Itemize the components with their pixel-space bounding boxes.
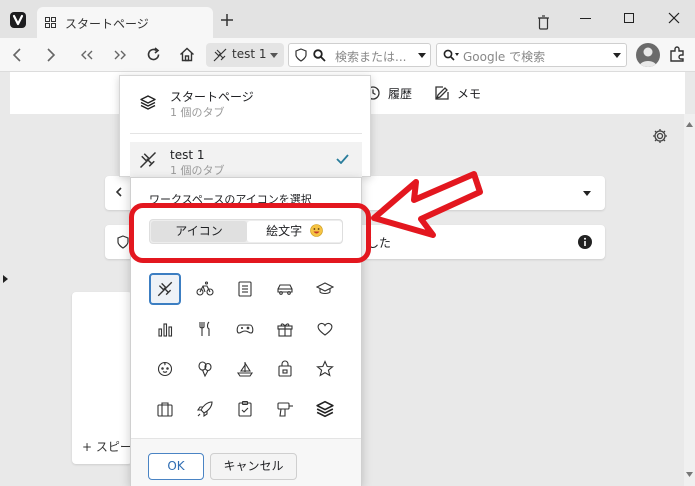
grid-icon	[45, 17, 56, 28]
search-field[interactable]: Google で検索	[436, 43, 627, 67]
vivaldi-logo-icon[interactable]	[10, 12, 26, 28]
back-icon[interactable]	[12, 47, 22, 63]
baby-face-icon[interactable]	[149, 353, 181, 385]
briefcase-icon[interactable]	[149, 393, 181, 425]
url-placeholder: 検索または...	[335, 50, 407, 64]
drill-icon[interactable]	[269, 393, 301, 425]
chevron-down-icon[interactable]	[613, 53, 621, 58]
chevron-down-icon[interactable]	[583, 191, 591, 196]
cancel-button[interactable]: キャンセル	[210, 453, 297, 480]
scroll-up-icon[interactable]	[686, 122, 693, 127]
balloons-icon[interactable]	[189, 353, 221, 385]
rewind-icon[interactable]	[80, 50, 94, 60]
history-label: 履歴	[388, 87, 413, 101]
chevron-down-icon[interactable]	[418, 53, 426, 58]
star-icon[interactable]	[309, 353, 341, 385]
shopping-bag-icon[interactable]	[269, 353, 301, 385]
airplane-icon[interactable]	[149, 273, 181, 305]
sailboat-icon[interactable]	[229, 353, 261, 385]
url-field[interactable]: 検索または...	[288, 43, 431, 67]
highlight-annotation	[129, 203, 371, 263]
fork-knife-icon[interactable]	[189, 313, 221, 345]
chevron-down-icon	[270, 53, 278, 58]
scroll-down-icon[interactable]	[686, 472, 693, 477]
reload-icon[interactable]	[146, 47, 161, 62]
search-icon	[313, 49, 326, 62]
fast-forward-icon[interactable]	[113, 50, 127, 60]
workspace-name: スタートページ	[170, 90, 254, 104]
speed-dial-add[interactable]: + スピー	[82, 438, 132, 455]
new-tab-icon[interactable]	[220, 13, 234, 27]
divider	[130, 133, 362, 134]
maximize-icon[interactable]	[624, 13, 634, 23]
search-placeholder: Google で検索	[463, 50, 546, 64]
arrow-annotation-icon	[368, 168, 484, 248]
picker-footer: OK キャンセル	[131, 438, 361, 486]
gear-icon[interactable]	[652, 128, 668, 144]
extensions-icon[interactable]	[668, 45, 686, 63]
rocket-icon[interactable]	[189, 393, 221, 425]
workspace-item-active[interactable]: test 1 1 個のタブ	[130, 142, 362, 178]
close-icon[interactable]	[668, 12, 680, 24]
bicycle-icon[interactable]	[189, 273, 221, 305]
tab-title: スタートページ	[65, 17, 149, 31]
car-icon[interactable]	[269, 273, 301, 305]
notes-icon[interactable]	[229, 273, 261, 305]
heart-icon[interactable]	[309, 313, 341, 345]
ok-button[interactable]: OK	[148, 453, 204, 480]
gift-icon[interactable]	[269, 313, 301, 345]
pencil-icon	[435, 86, 449, 100]
shield-icon	[117, 235, 129, 249]
icon-grid	[149, 273, 345, 433]
layers-icon	[140, 95, 156, 110]
airplane-icon	[212, 47, 228, 63]
home-icon[interactable]	[179, 47, 195, 62]
tab-strip: スタートページ	[0, 0, 695, 38]
clipboard-check-icon[interactable]	[229, 393, 261, 425]
panel-toggle-icon[interactable]	[3, 275, 8, 283]
scrollbar[interactable]	[684, 114, 695, 486]
tab-start-page[interactable]: スタートページ	[37, 7, 213, 38]
minimize-icon[interactable]	[580, 18, 591, 19]
info-icon[interactable]	[578, 235, 592, 249]
check-icon	[336, 154, 349, 164]
chevron-left-icon	[116, 187, 122, 197]
forward-icon[interactable]	[46, 47, 56, 63]
workspaces-menu: スタートページ 1 個のタブ test 1 1 個のタブ	[119, 75, 371, 178]
layers-icon[interactable]	[309, 393, 341, 425]
workspace-item[interactable]: スタートページ 1 個のタブ	[120, 76, 370, 132]
bar-chart-icon[interactable]	[149, 313, 181, 345]
search-engine-icon	[443, 49, 459, 62]
graduation-cap-icon[interactable]	[309, 273, 341, 305]
address-bar: test 1 検索または... Google で検索	[0, 38, 695, 72]
workspace-tab-count: 1 個のタブ	[170, 164, 225, 177]
airplane-icon	[130, 142, 164, 178]
speed-dial-card: + スピー	[72, 292, 132, 464]
workspace-label: test 1	[232, 47, 267, 61]
avatar[interactable]	[636, 43, 660, 67]
workspace-button[interactable]: test 1	[206, 43, 284, 67]
gamepad-icon[interactable]	[229, 313, 261, 345]
trash-icon[interactable]	[537, 15, 550, 30]
workspace-name: test 1	[170, 148, 205, 162]
workspace-tab-count: 1 個のタブ	[170, 106, 225, 119]
shield-icon	[295, 48, 307, 62]
memo-label: メモ	[457, 87, 482, 101]
